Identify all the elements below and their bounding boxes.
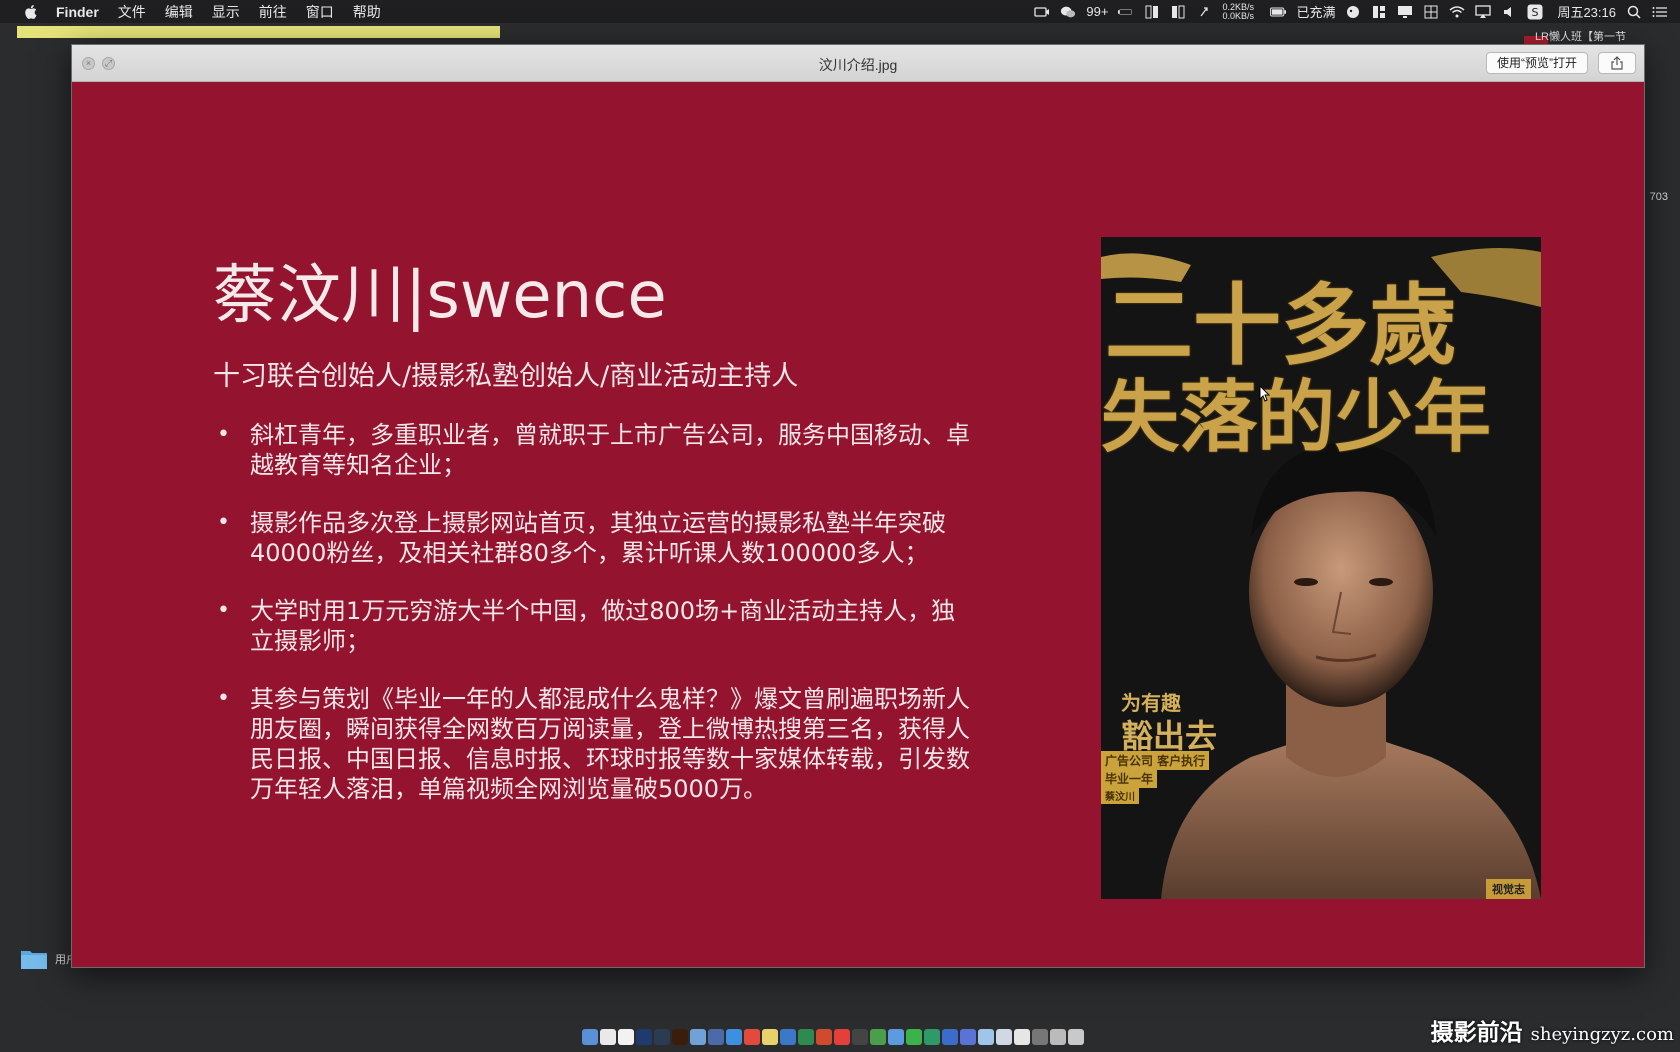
battery-status: 已充满 <box>1296 5 1336 20</box>
folder-icon[interactable] <box>20 948 48 970</box>
display-icon[interactable] <box>1397 5 1413 19</box>
weibo-icon[interactable] <box>744 1029 760 1045</box>
finder-icon[interactable] <box>582 1029 598 1045</box>
dock <box>582 1027 1084 1047</box>
apple-icon[interactable] <box>20 4 42 19</box>
app-icon[interactable] <box>1014 1029 1030 1045</box>
battery-meter-icon[interactable] <box>1118 5 1134 19</box>
menu-edit[interactable]: 编辑 <box>165 2 193 22</box>
lightroom-icon[interactable] <box>654 1029 670 1045</box>
watermark: 摄影前沿 sheyingzyz.com <box>1431 1013 1674 1047</box>
poster-brand-logo: 视觉志 <box>1486 879 1531 899</box>
status-area: 99+ 0.2KB/s 0.0KB/s 已充满 S 周五23:16 <box>1034 0 1668 23</box>
bullet-icon: • <box>217 598 230 623</box>
app-icon[interactable] <box>942 1029 958 1045</box>
illustrator-icon[interactable] <box>672 1029 688 1045</box>
menu-bar: Finder 文件 编辑 显示 前往 窗口 帮助 99+ 0.2KB/s 0.0… <box>0 0 1680 23</box>
airplay-icon[interactable] <box>1475 4 1492 19</box>
list-item: • 摄影作品多次登上摄影网站首页，其独立运营的摄影私塾半年突破40000粉丝，及相… <box>213 508 973 568</box>
excel-icon[interactable] <box>798 1029 814 1045</box>
mouse-cursor-icon <box>1259 385 1271 402</box>
notification-center-icon[interactable] <box>1652 5 1668 19</box>
network-speed: 0.2KB/s 0.0KB/s <box>1222 2 1260 21</box>
grid-icon[interactable] <box>1423 5 1439 19</box>
app-icon[interactable] <box>708 1029 724 1045</box>
poster-tag-3: 蔡汶川 <box>1101 787 1139 804</box>
safari-icon[interactable] <box>726 1029 742 1045</box>
expand-icon[interactable] <box>1196 5 1212 19</box>
menu-window[interactable]: 窗口 <box>306 2 334 22</box>
watermark-url: sheyingzyz.com <box>1530 1024 1674 1045</box>
calendar-icon[interactable] <box>600 1029 616 1045</box>
poster-image: 二十多歲 失落的少年 为有趣 豁出去 广告公司 客户执行 毕业一年 蔡汶川 视觉… <box>1101 237 1541 899</box>
input-method-icon[interactable] <box>1345 5 1361 19</box>
disk-icon[interactable] <box>1170 5 1186 19</box>
downloads-icon[interactable] <box>978 1029 994 1045</box>
mail-icon[interactable] <box>888 1029 904 1045</box>
netease-icon[interactable] <box>834 1029 850 1045</box>
memory-icon[interactable] <box>1144 5 1160 19</box>
chrome-icon[interactable] <box>870 1029 886 1045</box>
bullet-list: • 斜杠青年，多重职业者，曾就职于上市广告公司，服务中国移动、卓越教育等知名企业；… <box>213 420 973 832</box>
background-progress-strip <box>17 26 500 38</box>
layout-icon[interactable] <box>1371 5 1387 19</box>
net-down: 0.0KB/s <box>1222 10 1254 21</box>
spotlight-search-icon[interactable] <box>1626 5 1642 19</box>
bullet-text: 其参与策划《毕业一年的人都混成什么鬼样？》爆文曾刷遍职场新人朋友圈，瞬间获得全网… <box>250 685 970 803</box>
list-item: • 斜杠青年，多重职业者，曾就职于上市广告公司，服务中国移动、卓越教育等知名企业； <box>213 420 973 480</box>
app-icon[interactable] <box>960 1029 976 1045</box>
sogou-icon[interactable]: S <box>1527 4 1543 19</box>
app-icon[interactable] <box>996 1029 1012 1045</box>
menu-go[interactable]: 前往 <box>259 2 287 22</box>
poster-headline-mid: 失落的少年 <box>1101 372 1492 463</box>
share-button[interactable] <box>1598 52 1636 74</box>
wechat-icon[interactable] <box>1060 5 1076 19</box>
menu-finder[interactable]: Finder <box>56 4 99 20</box>
slide-subtitle: 十习联合创始人/摄影私塾创始人/商业活动主持人 <box>213 361 799 392</box>
qq-icon[interactable] <box>852 1029 868 1045</box>
poster-tag-2: 毕业一年 <box>1101 769 1158 788</box>
quicklook-titlebar[interactable]: × ⤢ 汶川介绍.jpg 使用“预览”打开 <box>72 45 1644 82</box>
screen-record-icon[interactable] <box>1034 5 1050 19</box>
volume-icon[interactable] <box>1501 5 1517 19</box>
bullet-text: 斜杠青年，多重职业者，曾就职于上市广告公司，服务中国移动、卓越教育等知名企业； <box>250 421 970 479</box>
background-window-title[interactable]: LR懒人班【第一节 <box>1535 28 1626 44</box>
trash-icon[interactable] <box>1068 1029 1084 1045</box>
wifi-icon[interactable] <box>1449 5 1465 19</box>
notes-icon[interactable] <box>618 1029 634 1045</box>
quicklook-window: × ⤢ 汶川介绍.jpg 使用“预览”打开 蔡汶川|swence 十习联合创始人… <box>71 44 1645 968</box>
folder-app-icon[interactable] <box>762 1029 778 1045</box>
menu-view[interactable]: 显示 <box>212 2 240 22</box>
wechat-dock-icon[interactable] <box>906 1029 922 1045</box>
list-item: • 大学时用1万元穷游大半个中国，做过800场+商业活动主持人，独立摄影师； <box>213 596 973 656</box>
background-side-number: 703 <box>1649 191 1668 203</box>
battery-icon[interactable] <box>1270 5 1287 19</box>
menu-file[interactable]: 文件 <box>118 2 146 22</box>
app-icon[interactable] <box>1032 1029 1048 1045</box>
slide-image: 蔡汶川|swence 十习联合创始人/摄影私塾创始人/商业活动主持人 • 斜杠青年… <box>72 82 1644 967</box>
app-icon[interactable] <box>924 1029 940 1045</box>
watermark-cn: 摄影前沿 <box>1430 1019 1523 1046</box>
bullet-text: 摄影作品多次登上摄影网站首页，其独立运营的摄影私塾半年突破40000粉丝，及相关… <box>250 509 946 567</box>
photoshop-icon[interactable] <box>636 1029 652 1045</box>
slide-title: 蔡汶川|swence <box>213 259 667 333</box>
wechat-badge: 99+ <box>1086 4 1109 19</box>
share-icon <box>1611 56 1623 70</box>
app-icon[interactable] <box>1050 1029 1066 1045</box>
bullet-text: 大学时用1万元穷游大半个中国，做过800场+商业活动主持人，独立摄影师； <box>250 597 956 655</box>
open-with-preview-button[interactable]: 使用“预览”打开 <box>1486 52 1588 74</box>
powerpoint-icon[interactable] <box>816 1029 832 1045</box>
info-icon[interactable] <box>690 1029 706 1045</box>
window-title: 汶川介绍.jpg <box>818 57 898 73</box>
bullet-icon: • <box>217 510 230 535</box>
svg-text:S: S <box>1532 6 1539 19</box>
bullet-icon: • <box>217 422 230 447</box>
poster-tag-1: 广告公司 客户执行 <box>1101 751 1210 770</box>
clock[interactable]: 周五23:16 <box>1557 2 1616 21</box>
menu-help[interactable]: 帮助 <box>353 2 381 22</box>
word-icon[interactable] <box>780 1029 796 1045</box>
bullet-icon: • <box>217 686 230 711</box>
list-item: • 其参与策划《毕业一年的人都混成什么鬼样？》爆文曾刷遍职场新人朋友圈，瞬间获得全… <box>213 684 973 804</box>
